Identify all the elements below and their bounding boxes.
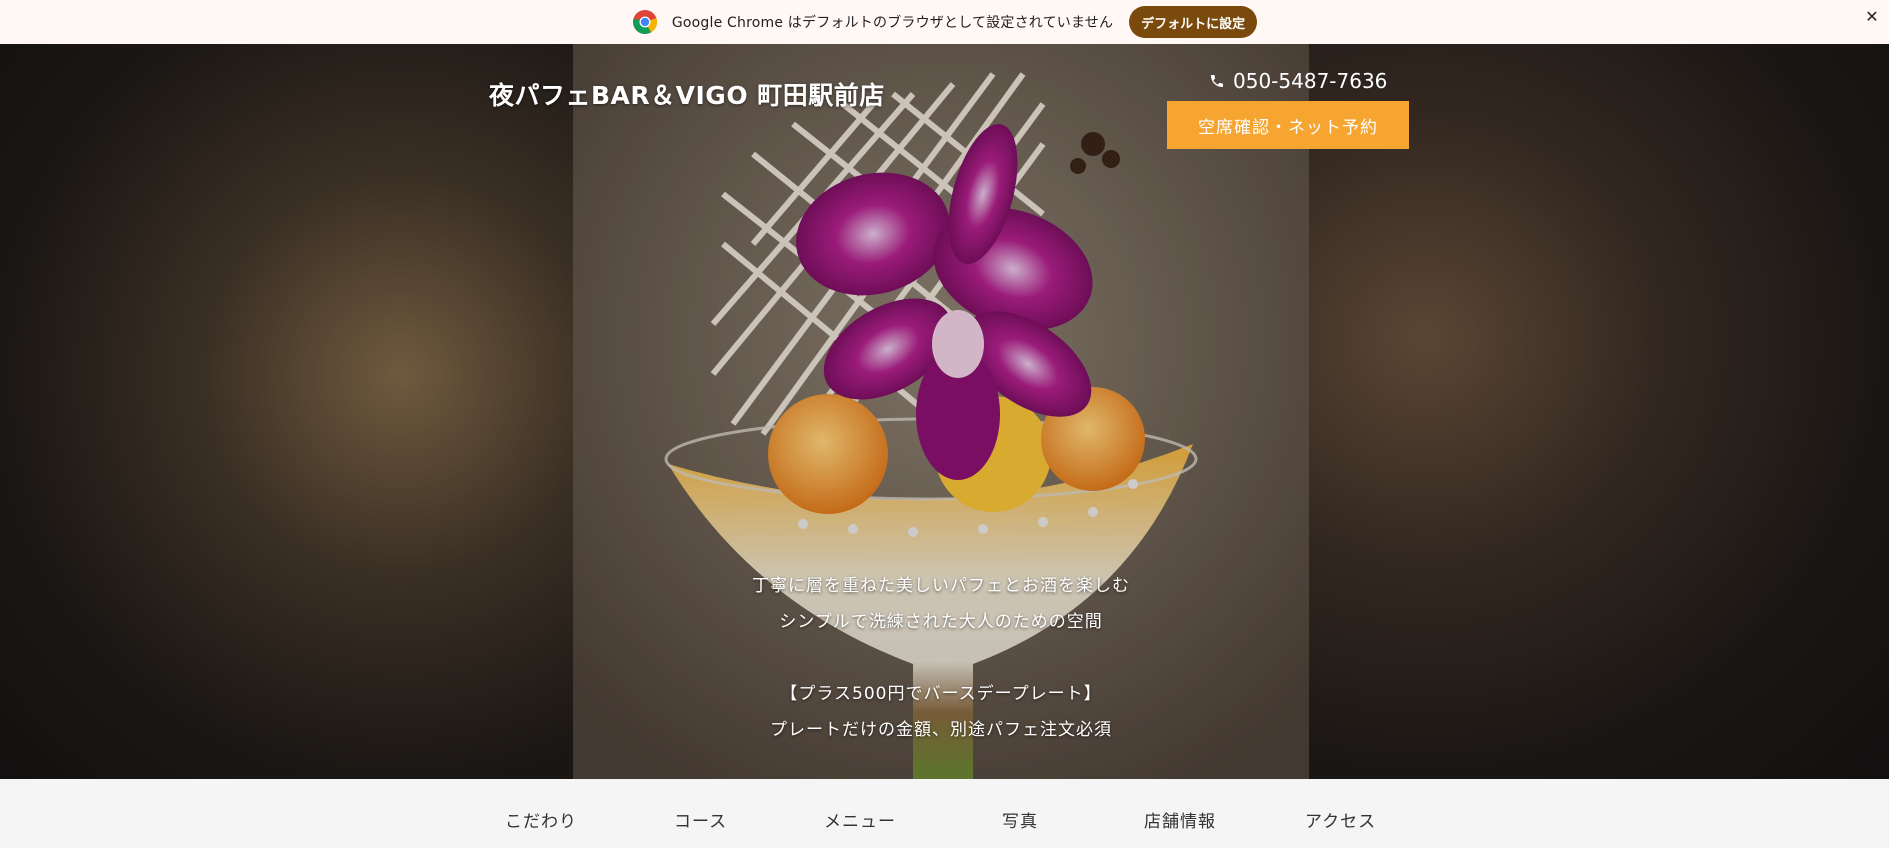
hero-tagline-3: 【プラス500円でバースデープレート】	[780, 684, 1102, 704]
nav-item-course[interactable]: コース	[674, 807, 727, 832]
hero-tagline-2: シンプルで洗練された大人のための空間	[779, 612, 1103, 632]
hero-image	[573, 44, 1309, 779]
close-icon[interactable]: ✕	[1861, 6, 1883, 28]
set-default-button[interactable]: デフォルトに設定	[1129, 6, 1258, 38]
hero-tagline-4: プレートだけの金額、別途パフェ注文必須	[770, 720, 1112, 740]
reserve-button[interactable]: 空席確認・ネット予約	[1167, 101, 1409, 149]
phone-number: 050-5487-7636	[1233, 69, 1388, 93]
chrome-logo-icon	[632, 10, 657, 34]
infobar-message: Google Chrome はデフォルトのブラウザとして設定されていません	[671, 15, 1114, 31]
nav-item-menu[interactable]: メニュー	[824, 807, 896, 832]
nav-item-store-info[interactable]: 店舗情報	[1144, 807, 1216, 832]
phone-link[interactable]: 050-5487-7636	[1209, 69, 1387, 93]
nav-item-kodawari[interactable]: こだわり	[505, 807, 577, 832]
shop-name[interactable]: 夜パフェBAR＆VIGO 町田駅前店	[489, 76, 885, 112]
hero-tagline-1: 丁寧に層を重ねた美しいパフェとお酒を楽しむ	[752, 576, 1130, 596]
default-browser-infobar: Google Chrome はデフォルトのブラウザとして設定されていません デフ…	[0, 0, 1889, 44]
hero-blur-right	[1309, 44, 1889, 779]
phone-icon	[1211, 75, 1223, 87]
nav-item-photo[interactable]: 写真	[1002, 807, 1038, 832]
hero-blur-left	[0, 44, 573, 779]
global-nav: こだわり コース メニュー 写真 店舗情報 アクセス	[0, 779, 1889, 848]
hero-section: 夜パフェBAR＆VIGO 町田駅前店 050-5487-7636 空席確認・ネッ…	[0, 44, 1889, 779]
nav-item-access[interactable]: アクセス	[1305, 807, 1376, 832]
